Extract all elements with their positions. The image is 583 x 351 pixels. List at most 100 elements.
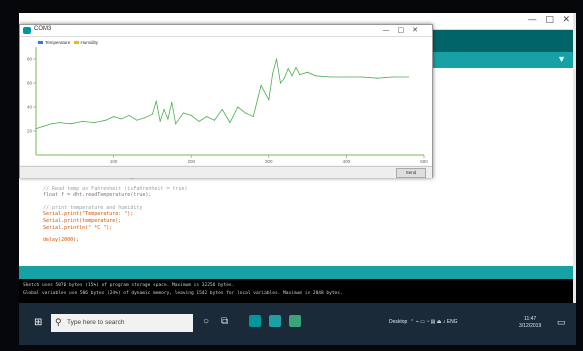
code-text: int Value = digitalRead(DHT11_Pin); // R… <box>37 173 188 244</box>
windows-start-icon[interactable]: ⊞ <box>34 318 44 328</box>
x-tick-label: 300 <box>265 159 273 164</box>
plotter-window-controls[interactable]: —□✕ <box>383 26 426 34</box>
data-point <box>51 123 53 125</box>
data-point <box>144 117 146 119</box>
data-point <box>182 112 184 114</box>
data-point <box>245 112 247 114</box>
task-view-icon[interactable]: ⧉ <box>221 317 228 327</box>
data-point <box>120 118 122 120</box>
legend-label-temperature: Temperature <box>45 40 71 45</box>
notification-icon[interactable]: ▭ <box>557 317 566 328</box>
data-point <box>190 114 192 116</box>
data-point <box>229 122 231 124</box>
ide-status-bar <box>19 266 576 279</box>
data-point <box>407 76 409 78</box>
data-point <box>295 66 297 68</box>
y-tick-label: 60 <box>27 81 33 86</box>
y-tick-label: 20 <box>27 129 33 134</box>
x-tick-label: 100 <box>110 159 118 164</box>
code-line: Serial.print(temperature); <box>37 217 122 224</box>
plotter-title-bar: COM3 —□✕ <box>20 25 432 37</box>
console-line: Sketch uses 5076 bytes (15%) of program … <box>23 283 235 288</box>
code-line: Serial.print("Temperature: "); <box>37 211 134 218</box>
data-point <box>361 76 363 78</box>
data-point <box>314 75 316 77</box>
data-point <box>159 120 161 122</box>
data-point <box>151 113 153 115</box>
code-line: float f = dht.readTemperature(true); <box>37 192 152 199</box>
data-point <box>105 119 107 121</box>
desktop-screen: — □ ✕ ⚲ ▼ int Value = digitalRead(DHT11_… <box>19 13 576 345</box>
data-point <box>35 128 37 130</box>
search-placeholder: Type here to search <box>67 319 125 326</box>
clock-time: 11:47 <box>524 316 537 322</box>
y-tick-label: 40 <box>27 105 33 110</box>
taskbar-clock[interactable]: 11:47 3/12/2019 <box>519 316 541 330</box>
legend-swatch-temperature <box>38 41 43 45</box>
x-tick-label: 200 <box>187 159 195 164</box>
data-point <box>58 122 60 124</box>
line-chart: 100 200 300 400 500 80 60 40 20 <box>27 47 428 164</box>
data-point <box>113 116 115 118</box>
serial-plotter-taskbar-icon[interactable] <box>289 315 301 327</box>
data-point <box>221 108 223 110</box>
legend-label-humidity: Humidity <box>80 40 99 45</box>
data-point <box>299 74 301 76</box>
data-point <box>171 101 173 103</box>
data-point <box>128 114 130 116</box>
plot-legend: Temperature Humidity <box>36 40 98 45</box>
taskbar-search-box[interactable]: ⚲ Type here to search <box>51 314 193 332</box>
legend-swatch-humidity <box>73 41 79 45</box>
data-point <box>291 75 293 77</box>
data-point <box>283 77 285 79</box>
data-point <box>268 99 270 101</box>
data-point <box>330 76 332 78</box>
data-point <box>155 100 157 102</box>
cortana-icon[interactable]: ○ <box>203 317 209 327</box>
data-point <box>345 76 347 78</box>
serial-plotter-window: COM3 —□✕ Temperature Humidity 100 200 300 4… <box>19 24 433 178</box>
data-point <box>307 71 309 73</box>
data-point <box>93 122 95 124</box>
system-tray[interactable]: Desktop ⌃ ⌁ ▭ ◔ ▤ ⏏ ♪ ENG <box>389 319 458 325</box>
clock-date: 3/12/2019 <box>519 323 542 329</box>
data-point <box>206 116 208 118</box>
data-point <box>376 77 378 79</box>
plotter-bottom-bar: Send <box>20 166 432 178</box>
data-point <box>213 119 215 121</box>
data-point <box>163 108 165 110</box>
data-point <box>392 76 394 78</box>
console-line: Global variables use 506 bytes (24%) of … <box>23 291 343 296</box>
code-line: Serial.println(" *C "); <box>37 224 113 231</box>
data-point <box>276 58 278 60</box>
data-point <box>167 118 169 120</box>
plotter-title: COM3 <box>34 26 52 32</box>
ide-window-controls[interactable]: — □ ✕ <box>528 15 570 25</box>
data-point <box>198 120 200 122</box>
tab-menu-chevron-icon[interactable]: ▼ <box>557 54 566 64</box>
arduino-app-icon <box>23 27 31 34</box>
ide-console: Sketch uses 5076 bytes (15%) of program … <box>19 279 576 303</box>
data-point <box>70 123 72 125</box>
data-point <box>175 123 177 125</box>
plot-area: Temperature Humidity 100 200 300 400 500 80 60… <box>20 37 432 165</box>
send-button[interactable]: Send <box>396 168 426 178</box>
data-point <box>136 119 138 121</box>
data-point <box>260 84 262 86</box>
arduino-ide-taskbar-icon[interactable] <box>269 315 281 327</box>
data-point <box>43 125 45 127</box>
search-icon: ⚲ <box>55 317 62 327</box>
code-line: // Read temp as Fahrenheit (isFahrenheit… <box>37 185 188 192</box>
data-point <box>237 106 239 108</box>
arduino-taskbar-icon[interactable] <box>249 315 261 327</box>
x-tick-label: 500 <box>420 159 428 164</box>
windows-taskbar: ⊞ ⚲ Type here to search ○ ⧉ Desktop ⌃ ⌁ … <box>19 303 576 345</box>
editor-scrollbar[interactable] <box>573 13 576 303</box>
data-point <box>252 116 254 118</box>
code-line: // print temperature and humidity <box>37 204 143 211</box>
series-line-humidity <box>35 58 409 129</box>
data-point <box>82 120 84 122</box>
data-point <box>279 82 281 84</box>
data-point <box>287 68 289 70</box>
code-line: delay(2000); <box>37 237 80 244</box>
